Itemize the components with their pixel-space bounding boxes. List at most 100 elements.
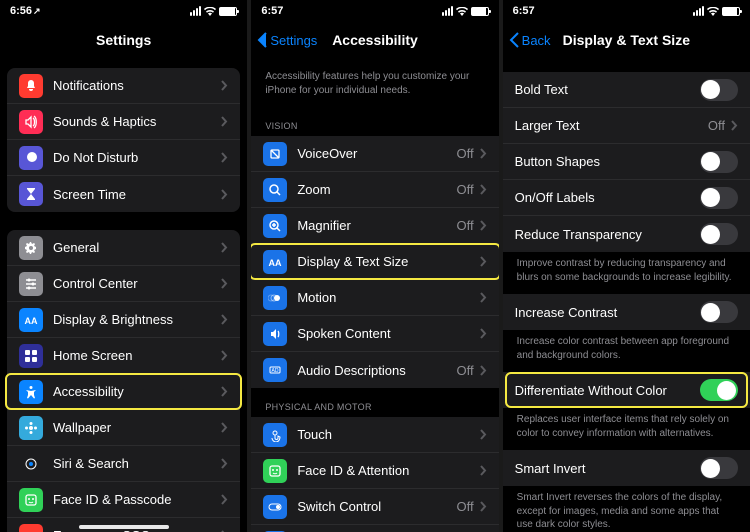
row-home-screen[interactable]: Home Screen: [7, 338, 240, 374]
row-label: Face ID & Attention: [297, 463, 479, 478]
moon-icon: [19, 146, 43, 170]
row-label: Siri & Search: [53, 456, 221, 471]
row-screen-time[interactable]: Screen Time: [7, 176, 240, 212]
row-display-brightness[interactable]: AA Display & Brightness: [7, 302, 240, 338]
toggle-switch[interactable]: [700, 379, 738, 401]
flower-icon: [19, 416, 43, 440]
row-label: Do Not Disturb: [53, 150, 221, 165]
chevron-right-icon: [221, 386, 228, 397]
aa-icon: AA: [263, 250, 287, 274]
row-on-off-labels[interactable]: On/Off Labels: [503, 180, 750, 216]
ad-icon: AD: [263, 358, 287, 382]
row-touch[interactable]: Touch: [251, 417, 498, 453]
sliders-icon: [19, 272, 43, 296]
chevron-right-icon: [480, 184, 487, 195]
row-face-id-attention[interactable]: Face ID & Attention: [251, 453, 498, 489]
row-differentiate-without-color[interactable]: Differentiate Without Color: [503, 372, 750, 408]
row-magnifier[interactable]: MagnifierOff: [251, 208, 498, 244]
toggle-switch[interactable]: [700, 187, 738, 209]
row-reduce-transparency[interactable]: Reduce Transparency: [503, 216, 750, 252]
row-label: Increase Contrast: [515, 305, 700, 320]
chevron-right-icon: [480, 365, 487, 376]
chevron-right-icon: [221, 422, 228, 433]
switch-icon: [263, 495, 287, 519]
row-general[interactable]: General: [7, 230, 240, 266]
row-label: Sounds & Haptics: [53, 114, 221, 129]
status-time: 6:56: [10, 5, 32, 17]
hourglass-icon: [19, 182, 43, 206]
row-button-shapes[interactable]: Button Shapes: [503, 144, 750, 180]
row-label: Switch Control: [297, 499, 456, 514]
row-motion[interactable]: Motion: [251, 280, 498, 316]
row-value: Off: [457, 499, 474, 514]
toggle-switch[interactable]: [700, 79, 738, 101]
row-accessibility[interactable]: Accessibility: [7, 374, 240, 410]
row-value: Off: [457, 146, 474, 161]
row-value: Off: [457, 218, 474, 233]
chevron-right-icon: [221, 152, 228, 163]
row-face-id-passcode[interactable]: Face ID & Passcode: [7, 482, 240, 518]
chevron-left-icon: [257, 32, 268, 48]
row-sounds-haptics[interactable]: Sounds & Haptics: [7, 104, 240, 140]
svg-text:AA: AA: [25, 316, 38, 326]
row-label: Display & Brightness: [53, 312, 221, 327]
back-label: Settings: [270, 33, 317, 48]
battery-icon: [471, 7, 489, 16]
row-voiceover[interactable]: VoiceOverOff: [251, 136, 498, 172]
toggle-switch[interactable]: [700, 151, 738, 173]
chevron-right-icon: [731, 120, 738, 131]
row-control-center[interactable]: Control Center: [7, 266, 240, 302]
signal-icon: [693, 6, 704, 16]
chevron-right-icon: [221, 242, 228, 253]
settings-screen: 6:56 ↗ Settings NotificationsSounds & Ha…: [0, 0, 247, 532]
toggle-switch[interactable]: [700, 457, 738, 479]
bell-icon: [19, 74, 43, 98]
row-larger-text[interactable]: Larger TextOff: [503, 108, 750, 144]
row-voice-control[interactable]: Voice ControlOff: [251, 525, 498, 532]
row-label: Control Center: [53, 276, 221, 291]
row-do-not-disturb[interactable]: Do Not Disturb: [7, 140, 240, 176]
row-wallpaper[interactable]: Wallpaper: [7, 410, 240, 446]
row-label: Notifications: [53, 78, 221, 93]
accessibility-screen: 6:57 Settings Accessibility Accessibilit…: [251, 0, 498, 532]
page-title: Display & Text Size: [563, 32, 690, 48]
signal-icon: [442, 6, 453, 16]
row-smart-invert[interactable]: Smart Invert: [503, 450, 750, 486]
vo-icon: [263, 142, 287, 166]
row-zoom[interactable]: ZoomOff: [251, 172, 498, 208]
chevron-right-icon: [221, 494, 228, 505]
status-bar: 6:57: [503, 0, 750, 22]
helper-text: Replaces user interface items that rely …: [503, 408, 750, 450]
row-label: Motion: [297, 290, 479, 305]
back-button[interactable]: Back: [509, 32, 551, 48]
row-increase-contrast[interactable]: Increase Contrast: [503, 294, 750, 330]
row-spoken-content[interactable]: Spoken Content: [251, 316, 498, 352]
row-bold-text[interactable]: Bold Text: [503, 72, 750, 108]
row-label: Reduce Transparency: [515, 227, 700, 242]
row-value: Off: [457, 182, 474, 197]
back-button[interactable]: Settings: [257, 32, 317, 48]
toggle-switch[interactable]: [700, 301, 738, 323]
section-header-motor: PHYSICAL AND MOTOR: [251, 388, 498, 417]
battery-icon: [219, 7, 237, 16]
row-audio-descriptions[interactable]: ADAudio DescriptionsOff: [251, 352, 498, 388]
chevron-right-icon: [221, 278, 228, 289]
chevron-right-icon: [221, 189, 228, 200]
row-display-text-size[interactable]: AADisplay & Text Size: [251, 244, 498, 280]
motion-icon: [263, 286, 287, 310]
row-label: General: [53, 240, 221, 255]
row-label: Spoken Content: [297, 326, 479, 341]
row-switch-control[interactable]: Switch ControlOff: [251, 489, 498, 525]
toggle-switch[interactable]: [700, 223, 738, 245]
back-label: Back: [522, 33, 551, 48]
home-indicator[interactable]: [79, 525, 169, 529]
row-label: Differentiate Without Color: [515, 383, 700, 398]
helper-text: Improve contrast by reducing transparenc…: [503, 252, 750, 294]
row-siri-search[interactable]: Siri & Search: [7, 446, 240, 482]
chevron-left-icon: [509, 32, 520, 48]
chevron-right-icon: [221, 314, 228, 325]
status-time: 6:57: [261, 5, 283, 17]
mag-icon: [263, 214, 287, 238]
row-notifications[interactable]: Notifications: [7, 68, 240, 104]
chevron-right-icon: [480, 465, 487, 476]
